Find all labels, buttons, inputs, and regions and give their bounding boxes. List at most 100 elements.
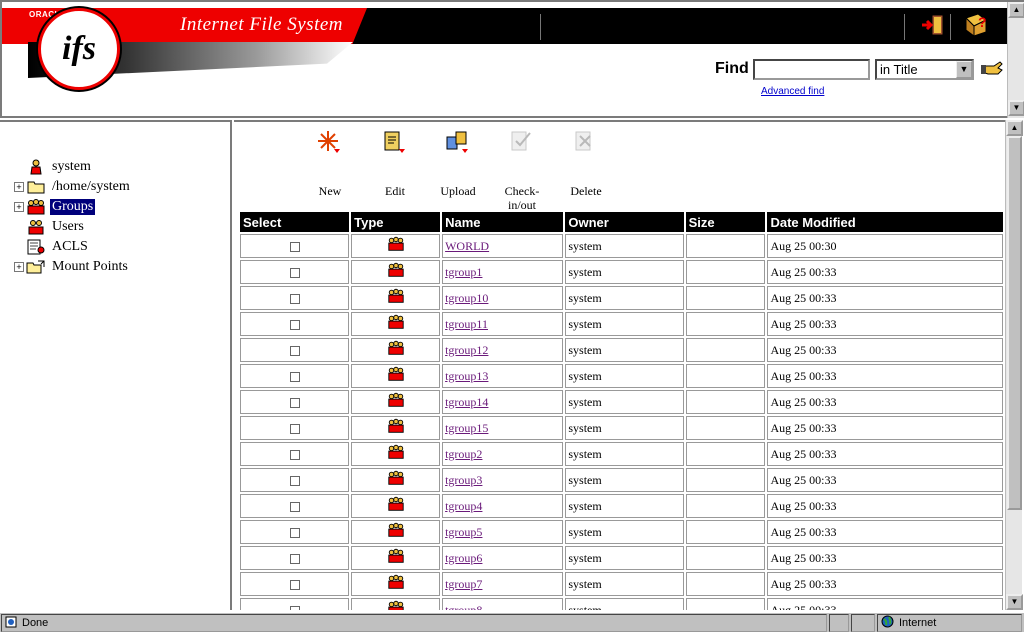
group-name-link[interactable]: tgroup5	[445, 525, 482, 539]
group-name-link[interactable]: tgroup6	[445, 551, 482, 565]
group-name-link[interactable]: tgroup1	[445, 265, 482, 279]
row-checkbox[interactable]	[289, 605, 300, 610]
row-select-cell	[240, 416, 350, 440]
row-checkbox[interactable]	[289, 267, 300, 278]
row-size-cell	[685, 494, 766, 518]
row-select-cell	[240, 494, 350, 518]
find-input[interactable]	[753, 59, 870, 80]
group-name-link[interactable]: tgroup12	[445, 343, 488, 357]
row-checkbox[interactable]	[289, 579, 300, 590]
column-header-date-modified[interactable]: Date Modified	[767, 212, 1003, 232]
group-name-link[interactable]: tgroup4	[445, 499, 482, 513]
content-scrollbar[interactable]: ▲ ▼	[1005, 120, 1023, 610]
row-type-cell	[351, 546, 441, 570]
row-checkbox[interactable]	[289, 553, 300, 564]
table-row: tgroup8 system Aug 25 00:33	[240, 598, 1003, 610]
find-scope-value: in Title	[880, 62, 918, 77]
groups-icon	[26, 198, 46, 216]
row-checkbox[interactable]	[289, 371, 300, 382]
table-row: tgroup14 system Aug 25 00:33	[240, 390, 1003, 414]
group-icon	[387, 262, 405, 281]
row-select-cell	[240, 260, 350, 284]
tree-item-users[interactable]: Users	[14, 218, 86, 236]
row-owner-cell: system	[565, 468, 684, 492]
scroll-up-icon[interactable]: ▲	[1006, 120, 1023, 136]
row-size-cell	[685, 234, 766, 258]
column-header-select[interactable]: Select	[240, 212, 350, 232]
group-icon	[387, 392, 405, 411]
tree-item-acls[interactable]: ACLS	[14, 238, 90, 256]
header-divider	[904, 14, 905, 40]
help-book-icon[interactable]: ?	[962, 12, 990, 38]
row-checkbox[interactable]	[289, 501, 300, 512]
row-name-cell: tgroup4	[442, 494, 564, 518]
group-name-link[interactable]: tgroup13	[445, 369, 488, 383]
row-type-cell	[351, 390, 441, 414]
scroll-up-icon[interactable]: ▲	[1008, 2, 1024, 18]
row-checkbox[interactable]	[289, 241, 300, 252]
group-icon	[387, 288, 405, 307]
row-select-cell	[240, 468, 350, 492]
find-go-icon[interactable]	[980, 58, 1004, 80]
exit-door-icon[interactable]	[919, 12, 947, 38]
group-name-link[interactable]: tgroup10	[445, 291, 488, 305]
row-checkbox[interactable]	[289, 423, 300, 434]
header-frame: ORACLE ifs Internet File System ? Find i…	[0, 0, 1024, 118]
column-header-type[interactable]: Type	[351, 212, 441, 232]
expand-icon[interactable]: +	[14, 202, 24, 212]
row-name-cell: tgroup12	[442, 338, 564, 362]
row-checkbox[interactable]	[289, 345, 300, 356]
row-select-cell	[240, 546, 350, 570]
group-name-link[interactable]: tgroup7	[445, 577, 482, 591]
column-header-size[interactable]: Size	[685, 212, 766, 232]
expand-icon[interactable]: +	[14, 262, 24, 272]
group-name-link[interactable]: tgroup8	[445, 603, 482, 611]
tree-item-system[interactable]: system	[14, 158, 93, 176]
row-date-cell: Aug 25 00:33	[767, 546, 1003, 570]
row-checkbox[interactable]	[289, 319, 300, 330]
group-name-link[interactable]: tgroup2	[445, 447, 482, 461]
table-row: tgroup6 system Aug 25 00:33	[240, 546, 1003, 570]
tree-item-home-system[interactable]: + /home/system	[14, 178, 132, 196]
scroll-down-icon[interactable]: ▼	[1008, 100, 1024, 116]
header-divider	[540, 14, 541, 40]
row-checkbox[interactable]	[289, 475, 300, 486]
globe-icon	[881, 615, 894, 631]
column-header-name[interactable]: Name	[442, 212, 564, 232]
column-header-owner[interactable]: Owner	[565, 212, 684, 232]
table-row: tgroup13 system Aug 25 00:33	[240, 364, 1003, 388]
row-owner-cell: system	[565, 312, 684, 336]
row-checkbox[interactable]	[289, 397, 300, 408]
acl-icon	[26, 238, 46, 256]
row-name-cell: tgroup6	[442, 546, 564, 570]
chevron-down-icon[interactable]: ▼	[956, 61, 972, 78]
row-select-cell	[240, 520, 350, 544]
find-scope-select[interactable]: in Title ▼	[875, 59, 974, 80]
group-name-link[interactable]: tgroup14	[445, 395, 488, 409]
row-checkbox[interactable]	[289, 527, 300, 538]
group-icon	[387, 600, 405, 610]
header-scrollbar[interactable]: ▲ ▼	[1007, 2, 1024, 118]
group-name-link[interactable]: tgroup3	[445, 473, 482, 487]
scroll-thumb[interactable]	[1007, 136, 1022, 510]
row-size-cell	[685, 598, 766, 610]
group-name-link[interactable]: tgroup11	[445, 317, 488, 331]
scroll-down-icon[interactable]: ▼	[1006, 594, 1023, 610]
row-checkbox[interactable]	[289, 449, 300, 460]
row-name-cell: tgroup15	[442, 416, 564, 440]
row-type-cell	[351, 598, 441, 610]
group-icon	[387, 470, 405, 489]
user-icon	[26, 158, 46, 176]
row-checkbox[interactable]	[289, 293, 300, 304]
row-type-cell	[351, 260, 441, 284]
table-row: tgroup15 system Aug 25 00:33	[240, 416, 1003, 440]
group-name-link[interactable]: tgroup15	[445, 421, 488, 435]
row-size-cell	[685, 416, 766, 440]
expand-icon[interactable]: +	[14, 182, 24, 192]
tree-item-groups[interactable]: + Groups	[14, 198, 96, 216]
row-owner-cell: system	[565, 260, 684, 284]
group-name-link[interactable]: WORLD	[445, 239, 489, 253]
svg-text:?: ?	[978, 14, 987, 30]
advanced-find-link[interactable]: Advanced find	[761, 86, 824, 97]
tree-item-mount-points[interactable]: + Mount Points	[14, 258, 130, 276]
